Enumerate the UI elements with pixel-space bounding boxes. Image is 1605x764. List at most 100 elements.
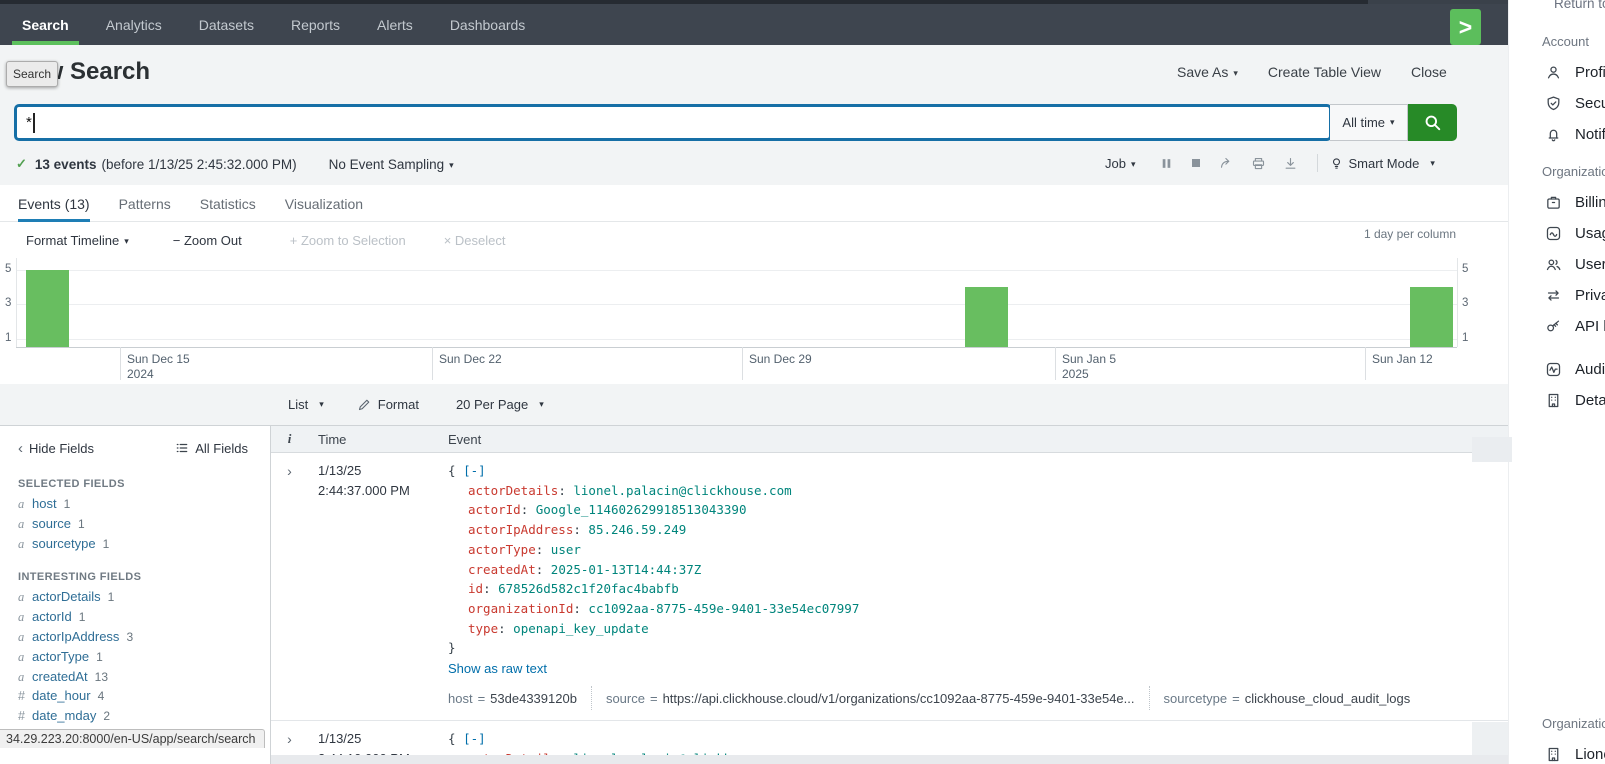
format-timeline-dropdown[interactable]: Format Timeline — [26, 233, 129, 248]
field-row-date_hour[interactable]: #date_hour4 — [0, 688, 270, 708]
json-value[interactable]: cc1092aa-8775-459e-9401-33e54ec07997 — [588, 601, 859, 616]
panel-item-profile[interactable]: Profile — [1545, 57, 1605, 88]
plot-right-edge — [1457, 258, 1458, 347]
panel-item-usage[interactable]: Usage — [1545, 218, 1605, 249]
collapse-toggle[interactable]: [-] — [463, 731, 486, 746]
field-row-source[interactable]: asource1 — [0, 516, 270, 536]
splunk-logo-icon[interactable]: > — [1450, 9, 1481, 45]
json-key[interactable]: actorId — [468, 502, 521, 517]
nav-item-datasets[interactable]: Datasets — [199, 4, 254, 45]
pause-icon[interactable] — [1160, 157, 1173, 170]
json-value[interactable]: Google_114602629918513043390 — [536, 502, 747, 517]
json-colon: : — [573, 601, 588, 616]
events-table: i Time Event ›1/13/252:44:37.000 PM{ [-]… — [271, 425, 1508, 764]
json-key[interactable]: actorIpAddress — [468, 522, 573, 537]
panel-item-billing[interactable]: Billing — [1545, 187, 1605, 218]
nav-item-dashboards[interactable]: Dashboards — [450, 4, 526, 45]
tab-events-[interactable]: Events (13) — [18, 185, 90, 222]
nav-item-analytics[interactable]: Analytics — [106, 4, 162, 45]
panel-item-lionel[interactable]: Lionel — [1545, 739, 1605, 764]
search-input[interactable]: * — [14, 104, 1332, 141]
job-menu[interactable]: Job — [1105, 156, 1136, 171]
hide-fields-button[interactable]: ‹ Hide Fields — [18, 440, 94, 457]
return-to-link[interactable]: Return to — [1554, 0, 1605, 11]
per-page-dropdown[interactable]: 20 Per Page — [456, 397, 544, 412]
field-row-actorIpAddress[interactable]: aactorIpAddress3 — [0, 629, 270, 649]
stop-icon[interactable] — [1190, 157, 1202, 169]
meta-field-host[interactable]: host=53de4339120b — [448, 691, 577, 706]
panel-item-audit[interactable]: Audit — [1545, 354, 1605, 385]
create-table-view-button[interactable]: Create Table View — [1268, 64, 1381, 80]
search-button[interactable] — [1408, 104, 1457, 141]
event-sampling-dropdown[interactable]: No Event Sampling — [329, 157, 454, 172]
json-value[interactable]: 2025-01-13T14:44:37Z — [551, 562, 702, 577]
tab-patterns[interactable]: Patterns — [119, 185, 171, 222]
field-row-createdAt[interactable]: acreatedAt13 — [0, 669, 270, 689]
field-name: createdAt — [32, 669, 88, 684]
tab-statistics[interactable]: Statistics — [200, 185, 256, 222]
json-value[interactable]: 85.246.59.249 — [588, 522, 686, 537]
private-endpoints-icon — [1545, 287, 1563, 305]
panel-item-users[interactable]: Users — [1545, 249, 1605, 280]
events-timeline-chart[interactable]: 113355Sun Dec 152024Sun Dec 22Sun Dec 29… — [0, 258, 1508, 384]
timeline-bar-segment[interactable] — [965, 287, 1008, 347]
field-name: actorDetails — [32, 589, 101, 604]
all-fields-button[interactable]: All Fields — [175, 441, 248, 456]
panel-section-title: Organizations — [1542, 716, 1605, 731]
timeline-bar-segment[interactable] — [1410, 287, 1453, 347]
close-button[interactable]: Close — [1411, 64, 1447, 80]
field-row-host[interactable]: ahost1 — [0, 496, 270, 516]
json-key[interactable]: organizationId — [468, 601, 573, 616]
json-value[interactable]: 678526d582c1f20fac4babfb — [498, 581, 679, 596]
json-value[interactable]: openapi_key_update — [513, 621, 648, 636]
show-raw-text-link[interactable]: Show as raw text — [448, 661, 547, 676]
panel-item-api-keys[interactable]: API keys — [1545, 311, 1605, 342]
print-icon[interactable] — [1251, 156, 1266, 171]
json-field-line: actorIpAddress: 85.246.59.249 — [448, 520, 1508, 540]
x-axis-tick — [1365, 347, 1366, 380]
deselect-button: × Deselect — [444, 233, 506, 248]
time-range-picker[interactable]: All time — [1330, 104, 1408, 141]
event-count: 13 events — [35, 157, 97, 172]
panel-item-private-endpoints[interactable]: Private endpoints — [1545, 280, 1605, 311]
browser-status-bar: 34.29.223.20:8000/en-US/app/search/searc… — [0, 729, 265, 748]
json-key[interactable]: actorType — [468, 542, 536, 557]
json-value[interactable]: lionel.palacin@clickhouse.com — [573, 483, 791, 498]
field-row-actorId[interactable]: aactorId1 — [0, 609, 270, 629]
panel-item-details[interactable]: Details — [1545, 385, 1605, 416]
json-key[interactable]: createdAt — [468, 562, 536, 577]
json-key[interactable]: actorDetails — [468, 483, 558, 498]
json-key[interactable]: id — [468, 581, 483, 596]
save-as-button[interactable]: Save As — [1177, 64, 1238, 80]
list-view-dropdown[interactable]: List — [288, 397, 324, 412]
json-value[interactable]: user — [551, 542, 581, 557]
field-row-actorDetails[interactable]: aactorDetails1 — [0, 589, 270, 609]
json-field-line: organizationId: cc1092aa-8775-459e-9401-… — [448, 599, 1508, 619]
zoom-out-button[interactable]: − Zoom Out — [173, 233, 242, 248]
timeline-bar-segment[interactable] — [26, 270, 69, 347]
nav-item-alerts[interactable]: Alerts — [377, 4, 413, 45]
horizontal-scrollbar[interactable] — [271, 755, 1508, 764]
expand-chevron-icon[interactable]: › — [271, 461, 308, 710]
nav-item-search[interactable]: Search — [22, 4, 69, 45]
meta-field-source[interactable]: source=https://api.clickhouse.cloud/v1/o… — [606, 691, 1135, 706]
nav-item-reports[interactable]: Reports — [291, 4, 340, 45]
meta-field-sourcetype[interactable]: sourcetype=clickhouse_cloud_audit_logs — [1164, 691, 1411, 706]
json-colon: : — [536, 562, 551, 577]
share-icon[interactable] — [1219, 156, 1234, 171]
search-mode-dropdown[interactable]: Smart Mode — [1330, 156, 1435, 171]
panel-item-security[interactable]: Security — [1545, 88, 1605, 119]
string-type-icon: a — [18, 630, 32, 645]
field-row-sourcetype[interactable]: asourcetype1 — [0, 536, 270, 556]
panel-item-notifications[interactable]: Notifications — [1545, 119, 1605, 150]
json-colon: : — [573, 522, 588, 537]
export-icon[interactable] — [1283, 156, 1298, 171]
json-key[interactable]: type — [468, 621, 498, 636]
brace-open: { — [448, 463, 463, 478]
format-results-button[interactable]: Format — [357, 397, 419, 412]
field-row-date_mday[interactable]: #date_mday2 — [0, 708, 270, 728]
collapse-toggle[interactable]: [-] — [463, 463, 486, 478]
json-field-line: id: 678526d582c1f20fac4babfb — [448, 579, 1508, 599]
field-row-actorType[interactable]: aactorType1 — [0, 649, 270, 669]
tab-visualization[interactable]: Visualization — [285, 185, 363, 222]
